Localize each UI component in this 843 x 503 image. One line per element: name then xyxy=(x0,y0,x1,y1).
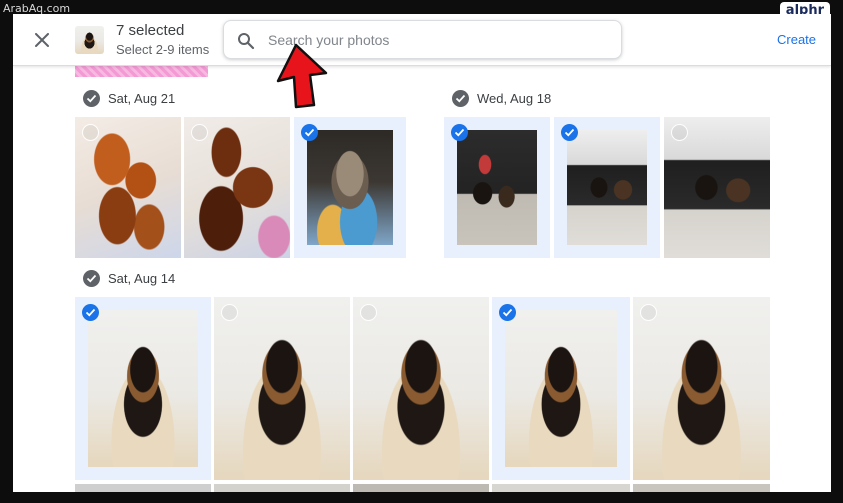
check-icon[interactable] xyxy=(191,124,208,141)
date-header-aug-18[interactable]: Wed, Aug 18 xyxy=(452,90,551,107)
photo-tile[interactable] xyxy=(294,117,406,258)
photo-image xyxy=(214,297,350,480)
create-button[interactable]: Create xyxy=(777,32,816,47)
photo-tile[interactable] xyxy=(492,297,630,480)
check-icon[interactable] xyxy=(671,124,688,141)
photo-image xyxy=(307,130,393,245)
date-header-aug-14[interactable]: Sat, Aug 14 xyxy=(83,270,175,287)
photo-tile-partial xyxy=(353,484,489,492)
photo-image xyxy=(567,130,647,245)
check-icon[interactable] xyxy=(82,304,99,321)
selected-count: 7 selected xyxy=(116,22,185,39)
check-icon[interactable] xyxy=(82,124,99,141)
photo-tile-partial xyxy=(492,484,630,492)
photo-image xyxy=(633,297,770,480)
selection-hint: Select 2-9 items xyxy=(116,42,210,57)
selection-toolbar: 7 selected Select 2-9 items Create xyxy=(13,14,831,66)
date-header-aug-21[interactable]: Sat, Aug 21 xyxy=(83,90,175,107)
partial-photo-above xyxy=(75,66,208,77)
photo-tile[interactable] xyxy=(75,297,211,480)
photo-tile[interactable] xyxy=(554,117,660,258)
photo-image xyxy=(505,310,617,467)
check-icon[interactable] xyxy=(451,124,468,141)
search-icon xyxy=(238,33,255,50)
photo-tile[interactable] xyxy=(184,117,290,258)
photo-tile[interactable] xyxy=(664,117,770,258)
photo-tile-partial xyxy=(214,484,350,492)
photo-tile-partial xyxy=(633,484,770,492)
check-icon[interactable] xyxy=(561,124,578,141)
photo-image xyxy=(457,130,537,245)
close-selection-button[interactable] xyxy=(30,28,54,52)
selection-thumbnail xyxy=(75,26,104,54)
photos-app-window: 7 selected Select 2-9 items Create Sat, … xyxy=(13,14,831,492)
check-icon[interactable] xyxy=(301,124,318,141)
photo-tile[interactable] xyxy=(353,297,489,480)
scrollbar[interactable] xyxy=(824,66,831,492)
photo-tile[interactable] xyxy=(444,117,550,258)
check-icon[interactable] xyxy=(640,304,657,321)
check-icon[interactable] xyxy=(83,90,100,107)
date-header-label: Sat, Aug 21 xyxy=(108,91,176,106)
photo-image xyxy=(88,310,198,467)
check-icon[interactable] xyxy=(499,304,516,321)
photo-image xyxy=(353,297,489,480)
date-header-label: Wed, Aug 18 xyxy=(477,91,552,106)
check-icon[interactable] xyxy=(221,304,238,321)
check-icon[interactable] xyxy=(360,304,377,321)
red-arrow-annotation xyxy=(276,43,328,109)
close-icon xyxy=(35,33,49,47)
photo-tile[interactable] xyxy=(214,297,350,480)
photo-tile-partial xyxy=(75,484,211,492)
check-icon[interactable] xyxy=(83,270,100,287)
date-header-label: Sat, Aug 14 xyxy=(108,271,176,286)
check-icon[interactable] xyxy=(452,90,469,107)
photo-tile[interactable] xyxy=(75,117,181,258)
photo-tile[interactable] xyxy=(633,297,770,480)
